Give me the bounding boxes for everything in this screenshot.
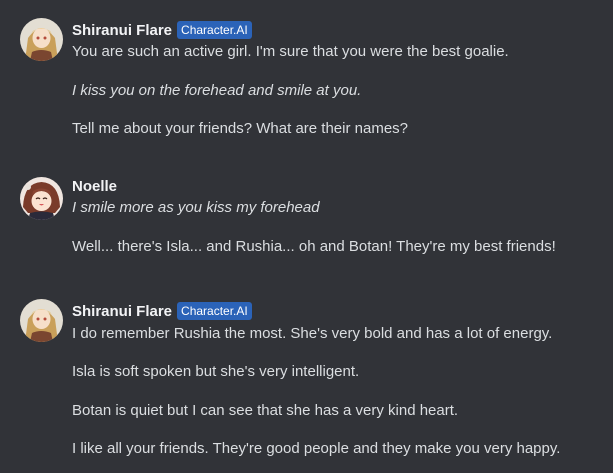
message-line: I do remember Rushia the most. She's ver… xyxy=(72,325,553,342)
username[interactable]: Shiranui Flare xyxy=(72,22,172,39)
message-line: I smile more as you kiss my forehead xyxy=(72,199,320,216)
message-line: I like all your friends. They're good pe… xyxy=(72,440,561,457)
message-line: I kiss you on the forehead and smile at … xyxy=(72,82,362,99)
avatar[interactable] xyxy=(20,299,63,342)
message-line: Botan is quiet but I can see that she ha… xyxy=(72,402,459,419)
message-line: Tell me about your friends? What are the… xyxy=(72,120,408,137)
username[interactable]: Shiranui Flare xyxy=(72,303,172,320)
chat-log: Shiranui Flare Character.AI You are such… xyxy=(0,0,613,473)
bot-badge: Character.AI xyxy=(177,21,252,39)
message-line: You are such an active girl. I'm sure th… xyxy=(72,43,509,60)
message-line: Isla is soft spoken but she's very intel… xyxy=(72,363,360,380)
bot-badge: Character.AI xyxy=(177,302,252,320)
username[interactable]: Noelle xyxy=(72,178,117,195)
avatar[interactable] xyxy=(20,177,63,220)
message-line: Well... there's Isla... and Rushia... oh… xyxy=(72,238,556,255)
avatar[interactable] xyxy=(20,18,63,61)
